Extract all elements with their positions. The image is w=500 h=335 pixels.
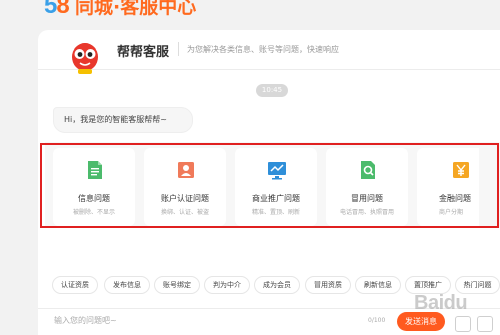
document-icon — [88, 161, 102, 179]
category-title: 商业推广问题 — [252, 194, 300, 203]
brand-logo: 58 — [44, 0, 70, 19]
category-subtitle: 精准、置顶、刷新 — [251, 209, 300, 216]
category-card-account[interactable]: 账户认证问题 换绑、认证、被盗 — [144, 148, 226, 226]
id-card-icon — [178, 162, 194, 178]
category-title: 账户认证问题 — [161, 194, 209, 203]
quick-chip[interactable]: 成为会员 — [254, 276, 300, 294]
category-card-promotion[interactable]: 商业推广问题 精准、置顶、刷新 — [235, 148, 317, 226]
watermark-square-icon — [477, 316, 493, 332]
quick-chip[interactable]: 刷新信息 — [355, 276, 401, 294]
quick-chip[interactable]: 账号绑定 — [154, 276, 200, 294]
message-timestamp: 10:45 — [256, 84, 288, 97]
category-subtitle: 商户分期 — [439, 209, 464, 216]
quick-chip[interactable]: 认证资质 — [52, 276, 98, 294]
category-subtitle: 换绑、认证、被盗 — [160, 209, 209, 216]
search-doc-icon — [361, 161, 375, 179]
char-counter: 0/100 — [368, 317, 386, 324]
watermark-square-icon — [455, 316, 471, 332]
category-title: 冒用问题 — [351, 194, 383, 203]
category-card-info[interactable]: 信息问题 被删除、不显示 — [53, 148, 135, 226]
quick-chip[interactable]: 判为中介 — [204, 276, 250, 294]
greeting-bubble: Hi，我是您的智能客服帮帮~ — [53, 107, 193, 133]
trend-monitor-icon — [268, 162, 286, 180]
header-divider — [178, 42, 179, 56]
message-input-placeholder[interactable]: 输入您的问题吧~ — [54, 315, 117, 326]
quick-chip[interactable]: 冒用资质 — [305, 276, 351, 294]
assistant-tagline: 为您解决各类信息、账号等问题，快速响应 — [187, 45, 339, 54]
category-subtitle: 电话冒用、执照冒用 — [339, 209, 394, 216]
category-card-finance[interactable]: 金融问题 商户分期 — [417, 148, 479, 226]
assistant-name: 帮帮客服 — [117, 45, 170, 60]
quick-chip[interactable]: 发布信息 — [104, 276, 150, 294]
category-subtitle: 被删除、不显示 — [72, 209, 115, 216]
category-title: 信息问题 — [78, 194, 110, 203]
top-brand-bar: 58 同城·客服中心 — [0, 0, 500, 30]
category-card-impersonation[interactable]: 冒用问题 电话冒用、执照冒用 — [326, 148, 408, 226]
baidu-watermark: Baidu — [414, 292, 468, 314]
category-title: 金融问题 — [439, 194, 471, 203]
brand-title: 同城·客服中心 — [75, 0, 197, 18]
yen-icon — [453, 162, 469, 178]
mascot-avatar-icon — [72, 43, 98, 74]
